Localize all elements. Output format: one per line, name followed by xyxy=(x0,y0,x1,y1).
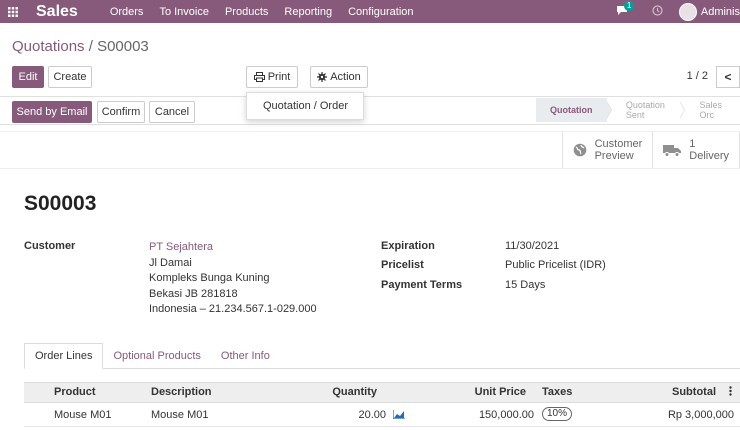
navbar-systray: 1 Adminis xyxy=(616,0,740,23)
pricelist-value: Public Pricelist (IDR) xyxy=(505,259,606,271)
column-options-icon[interactable] xyxy=(729,386,732,399)
apps-menu-icon[interactable] xyxy=(0,0,26,23)
send-by-email-button[interactable]: Send by Email xyxy=(12,101,92,123)
col-quantity[interactable]: Quantity xyxy=(332,386,377,398)
tab-optional-products[interactable]: Optional Products xyxy=(103,343,210,369)
preview-label-line2: Preview xyxy=(594,150,634,162)
delivery-button[interactable]: 1 Delivery xyxy=(653,132,740,168)
customer-preview-button[interactable]: Customer Preview xyxy=(563,132,654,168)
pager-previous-button[interactable]: < xyxy=(716,66,740,88)
create-button[interactable]: Create xyxy=(48,66,92,88)
cancel-button[interactable]: Cancel xyxy=(149,101,195,123)
menu-to-invoice[interactable]: To Invoice xyxy=(151,6,217,18)
delivery-count: 1 xyxy=(689,138,696,150)
print-button[interactable]: Print xyxy=(246,66,298,88)
stage-sales-order[interactable]: Sales Orc xyxy=(686,98,740,122)
menu-products[interactable]: Products xyxy=(217,6,276,18)
smart-button-box: Customer Preview 1 Delivery xyxy=(561,132,740,168)
edit-button[interactable]: Edit xyxy=(12,66,44,88)
pager-value[interactable]: 1 / 2 xyxy=(687,70,708,82)
clock-icon[interactable] xyxy=(652,4,663,19)
tab-other-info[interactable]: Other Info xyxy=(211,343,280,369)
menu-reporting[interactable]: Reporting xyxy=(276,6,340,18)
header-divider xyxy=(0,124,740,125)
customer-address: PT Sejahtera Jl Damai Kompleks Bunga Kun… xyxy=(149,240,317,318)
main-menu: Orders To Invoice Products Reporting Con… xyxy=(102,6,422,18)
print-menu-quotation-order[interactable]: Quotation / Order xyxy=(263,100,348,112)
customer-label: Customer xyxy=(24,240,76,252)
breadcrumb-quotations[interactable]: Quotations xyxy=(12,38,85,55)
col-unit-price[interactable]: Unit Price xyxy=(475,386,526,398)
notebook-tabs: Order Lines Optional Products Other Info xyxy=(24,343,280,369)
action-button[interactable]: Action xyxy=(310,66,368,88)
col-taxes[interactable]: Taxes xyxy=(542,386,572,398)
row-description[interactable]: Mouse M01 xyxy=(151,409,208,421)
chat-badge: 1 xyxy=(623,0,635,11)
print-icon xyxy=(253,72,265,82)
tab-order-lines[interactable]: Order Lines xyxy=(24,343,104,369)
menu-orders[interactable]: Orders xyxy=(102,6,152,18)
forecast-chart-icon[interactable] xyxy=(392,410,405,422)
customer-link[interactable]: PT Sejahtera xyxy=(149,240,317,256)
print-dropdown-menu: Quotation / Order xyxy=(246,92,364,120)
app-brand[interactable]: Sales xyxy=(36,3,78,21)
gear-icon xyxy=(317,72,328,82)
user-avatar[interactable] xyxy=(678,2,697,21)
tax-tag[interactable]: 10% xyxy=(542,407,573,421)
expiration-label: Expiration xyxy=(381,240,435,252)
status-bar: Quotation Quotation Sent Sales Orc xyxy=(536,98,740,122)
truck-icon xyxy=(663,144,682,157)
row-quantity[interactable]: 20.00 xyxy=(358,409,386,421)
breadcrumb: Quotations / S00003 xyxy=(12,38,149,55)
action-button-label: Action xyxy=(330,71,361,83)
breadcrumb-current: S00003 xyxy=(97,38,149,55)
chat-icon[interactable]: 1 xyxy=(616,0,635,19)
row-product[interactable]: Mouse M01 xyxy=(54,409,111,421)
globe-icon xyxy=(573,143,586,157)
menu-configuration[interactable]: Configuration xyxy=(340,6,421,18)
address-line: Jl Damai xyxy=(149,256,192,269)
print-button-label: Print xyxy=(267,71,291,83)
address-line: Kompleks Bunga Kuning xyxy=(149,272,270,284)
payment-terms-label: Payment Terms xyxy=(381,279,463,291)
top-navbar: Sales Orders To Invoice Products Reporti… xyxy=(0,0,740,23)
expiration-value: 11/30/2021 xyxy=(505,240,560,252)
confirm-button[interactable]: Confirm xyxy=(97,101,145,123)
col-description[interactable]: Description xyxy=(151,386,212,398)
user-name[interactable]: Adminis xyxy=(701,6,740,18)
stage-quotation-sent[interactable]: Quotation Sent xyxy=(612,98,680,122)
preview-label-line1: Customer xyxy=(594,138,643,150)
address-line: Bekasi JB 281818 xyxy=(149,287,238,300)
col-product[interactable]: Product xyxy=(54,386,96,398)
smart-buttons-divider xyxy=(0,168,740,169)
col-subtotal[interactable]: Subtotal xyxy=(672,386,716,398)
pricelist-label: Pricelist xyxy=(381,259,424,271)
order-lines-header xyxy=(24,382,740,403)
record-title: S00003 xyxy=(24,192,97,215)
address-line: Indonesia – 21.234.567.1-029.000 xyxy=(149,303,317,315)
payment-terms-value: 15 Days xyxy=(505,279,546,291)
control-panel-divider xyxy=(0,96,740,97)
delivery-label: Delivery xyxy=(689,150,729,162)
breadcrumb-separator: / xyxy=(88,38,93,55)
row-subtotal: Rp 3,000,000 xyxy=(667,409,734,421)
row-divider xyxy=(24,426,740,427)
stage-quotation[interactable]: Quotation xyxy=(536,98,607,122)
row-unit-price[interactable]: 150,000.00 xyxy=(479,409,534,421)
